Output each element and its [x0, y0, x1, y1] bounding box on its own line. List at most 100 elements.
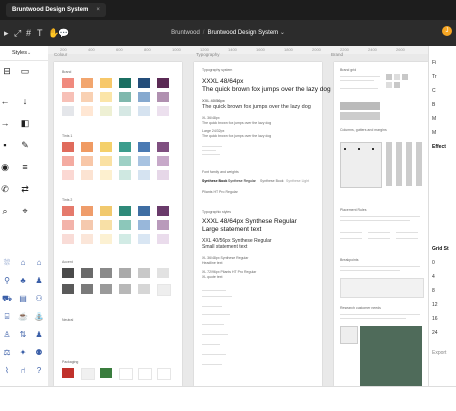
colour-swatch[interactable]: [62, 142, 74, 152]
colour-swatch[interactable]: [119, 368, 133, 380]
colour-swatch[interactable]: [81, 206, 93, 216]
colour-swatch[interactable]: [138, 220, 150, 230]
colour-swatch[interactable]: [157, 368, 171, 380]
event-icon[interactable]: ✦: [18, 348, 28, 358]
file-name[interactable]: Bruntwood Design System: [207, 30, 278, 36]
half-square-icon[interactable]: ◧: [20, 118, 30, 128]
network-icon[interactable]: ⚉: [34, 348, 44, 358]
colour-swatch[interactable]: [81, 92, 93, 102]
collapse-icon[interactable]: ▭: [20, 66, 30, 76]
colour-swatch[interactable]: [119, 78, 131, 88]
property-row[interactable]: M: [432, 130, 436, 136]
grid-size[interactable]: 0: [432, 260, 435, 266]
colour-swatch[interactable]: [62, 92, 74, 102]
grid-size[interactable]: 16: [432, 316, 438, 322]
colour-swatch[interactable]: [138, 156, 150, 166]
colour-swatch[interactable]: [119, 284, 131, 294]
colour-swatch[interactable]: [100, 170, 112, 180]
colour-swatch[interactable]: [157, 234, 169, 244]
colour-swatch[interactable]: [138, 78, 150, 88]
grid-size[interactable]: 12: [432, 302, 438, 308]
phone-icon[interactable]: ✆: [0, 184, 10, 194]
colour-swatch[interactable]: [81, 220, 93, 230]
colour-page[interactable]: Brand Tints 1 Tints 2 Accent Neutral Pac…: [54, 62, 182, 386]
colour-swatch[interactable]: [119, 156, 131, 166]
shower-icon[interactable]: ⛲: [34, 312, 44, 322]
brand-page-label[interactable]: Brand: [331, 52, 343, 57]
brand-page[interactable]: Brand grid Columns, gutters and margins …: [334, 62, 428, 386]
colour-swatch[interactable]: [81, 284, 93, 294]
styles-dropdown[interactable]: Styles ⌄: [0, 46, 48, 61]
gym-icon[interactable]: ⚖: [2, 348, 12, 358]
shuffle-icon[interactable]: ⇄: [20, 184, 30, 194]
colour-swatch[interactable]: [62, 268, 74, 278]
close-tab-icon[interactable]: ×: [96, 7, 100, 13]
property-row[interactable]: C: [432, 88, 436, 94]
property-row[interactable]: M: [432, 116, 436, 122]
colour-swatch[interactable]: [81, 268, 93, 278]
typography-page[interactable]: Typography system XXXL 48/64px The quick…: [194, 62, 331, 386]
export-label[interactable]: Export: [432, 350, 446, 356]
arrow-left-icon[interactable]: ←: [0, 96, 10, 106]
colour-swatch[interactable]: [157, 92, 169, 102]
colour-swatch[interactable]: [119, 106, 131, 116]
grid-size[interactable]: 8: [432, 288, 435, 294]
colour-page-label[interactable]: Colour: [54, 52, 67, 57]
edit-icon[interactable]: ✎: [20, 140, 30, 150]
colour-swatch[interactable]: [138, 142, 150, 152]
colour-swatch[interactable]: [100, 368, 112, 378]
arrow-down-icon[interactable]: ↓: [20, 96, 30, 106]
colour-swatch[interactable]: [100, 78, 112, 88]
office-icon[interactable]: ▤: [18, 294, 28, 304]
colour-swatch[interactable]: [100, 284, 112, 294]
colour-swatch[interactable]: [81, 106, 93, 116]
colour-swatch[interactable]: [100, 220, 112, 230]
colour-swatch[interactable]: [157, 106, 169, 116]
grid-size[interactable]: 24: [432, 330, 438, 336]
typography-page-label[interactable]: Typography: [196, 52, 220, 57]
colour-swatch[interactable]: [119, 220, 131, 230]
bicycle-icon[interactable]: ⚲: [2, 276, 12, 286]
colour-swatch[interactable]: [157, 78, 169, 88]
file-menu-chevron-icon[interactable]: ⌄: [280, 30, 285, 36]
colour-swatch[interactable]: [100, 106, 112, 116]
chair-icon[interactable]: ⑁: [18, 366, 28, 376]
colour-swatch[interactable]: [100, 92, 112, 102]
colour-swatch[interactable]: [100, 268, 112, 278]
group-icon[interactable]: ♟: [34, 330, 44, 340]
grid-size[interactable]: 4: [432, 274, 435, 280]
colour-swatch[interactable]: [119, 170, 131, 180]
colour-swatch[interactable]: [100, 156, 112, 166]
menu-icon[interactable]: ≡: [20, 162, 30, 172]
colour-swatch[interactable]: [119, 142, 131, 152]
file-tab[interactable]: Bruntwood Design System ×: [6, 3, 106, 17]
person-icon[interactable]: ♙: [2, 330, 12, 340]
colour-swatch[interactable]: [157, 206, 169, 216]
property-row[interactable]: Tr: [432, 74, 437, 80]
colour-swatch[interactable]: [138, 284, 150, 294]
colour-swatch[interactable]: [62, 106, 74, 116]
colour-swatch[interactable]: [81, 170, 93, 180]
city-icon[interactable]: ⌂: [34, 258, 44, 268]
colour-swatch[interactable]: [119, 268, 131, 278]
colour-swatch[interactable]: [138, 92, 150, 102]
colour-swatch[interactable]: [81, 234, 93, 244]
colour-swatch[interactable]: [119, 92, 131, 102]
colour-swatch[interactable]: [62, 78, 74, 88]
pool-icon[interactable]: ⛆: [2, 258, 12, 268]
plant-icon[interactable]: ♣: [18, 276, 28, 286]
colour-swatch[interactable]: [138, 234, 150, 244]
colour-swatch[interactable]: [62, 156, 74, 166]
colour-swatch[interactable]: [81, 78, 93, 88]
property-row[interactable]: B: [432, 102, 435, 108]
wifi-icon[interactable]: ⌇: [2, 366, 12, 376]
car-icon[interactable]: ⛟: [2, 294, 12, 304]
colour-swatch[interactable]: [100, 206, 112, 216]
kitchen-icon[interactable]: ☕: [18, 312, 28, 322]
tag-icon[interactable]: ⌖: [20, 206, 30, 216]
canvas[interactable]: Colour Typography Brand Brand Tints 1 Ti…: [48, 52, 428, 386]
colour-swatch[interactable]: [157, 220, 169, 230]
colour-swatch[interactable]: [100, 142, 112, 152]
people-icon[interactable]: ♟: [34, 276, 44, 286]
colour-swatch[interactable]: [81, 142, 93, 152]
